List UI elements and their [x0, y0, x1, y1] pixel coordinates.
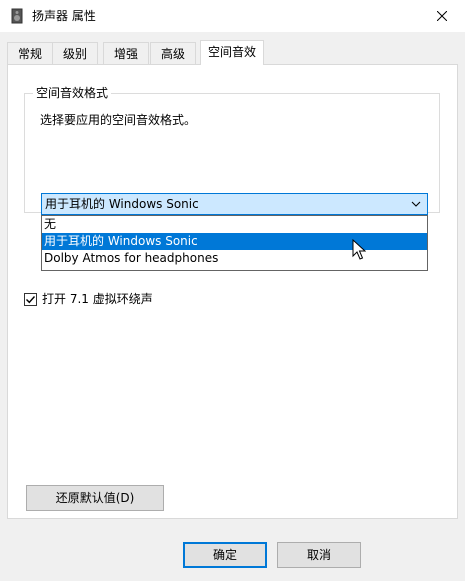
restore-defaults-button[interactable]: 还原默认值(D): [26, 485, 164, 511]
tab-page-spatial-sound: 空间音效格式 选择要应用的空间音效格式。 用于耳机的 Windows Sonic…: [7, 64, 458, 519]
spatial-format-dropdown: 无 用于耳机的 Windows Sonic Dolby Atmos for he…: [41, 215, 428, 271]
cancel-button[interactable]: 取消: [277, 542, 361, 568]
virtual-surround-checkbox[interactable]: [24, 292, 37, 306]
virtual-surround-label: 打开 7.1 虚拟环绕声: [42, 292, 153, 306]
option-windows-sonic[interactable]: 用于耳机的 Windows Sonic: [42, 233, 427, 250]
group-title: 空间音效格式: [33, 85, 112, 101]
dialog-client: 常规 级别 增强 高级 空间音效 空间音效格式 选择要应用的空间音效格式。 用于…: [0, 32, 465, 581]
ok-button[interactable]: 确定: [183, 542, 267, 568]
spatial-format-select[interactable]: 用于耳机的 Windows Sonic: [41, 193, 428, 215]
close-icon: [437, 11, 447, 21]
virtual-surround-row[interactable]: 打开 7.1 虚拟环绕声: [24, 291, 153, 307]
tab-enhancements[interactable]: 增强: [103, 42, 149, 64]
select-value: 用于耳机的 Windows Sonic: [45, 197, 199, 211]
option-dolby-atmos[interactable]: Dolby Atmos for headphones: [42, 250, 427, 267]
mouse-cursor-icon: [352, 239, 366, 260]
tab-levels[interactable]: 级别: [52, 42, 98, 64]
title-bar: 扬声器 属性: [0, 0, 465, 32]
speaker-icon: [9, 8, 25, 24]
tab-spatial-sound[interactable]: 空间音效: [200, 40, 264, 65]
checkmark-icon: [26, 295, 36, 303]
tab-strip: 常规 级别 增强 高级 空间音效: [7, 40, 458, 65]
option-none[interactable]: 无: [42, 216, 427, 233]
tab-general[interactable]: 常规: [7, 42, 53, 64]
close-button[interactable]: [419, 0, 465, 32]
tab-advanced[interactable]: 高级: [150, 42, 196, 64]
chevron-down-icon: [411, 201, 421, 207]
window-title: 扬声器 属性: [32, 9, 96, 23]
group-description: 选择要应用的空间音效格式。: [40, 113, 197, 127]
